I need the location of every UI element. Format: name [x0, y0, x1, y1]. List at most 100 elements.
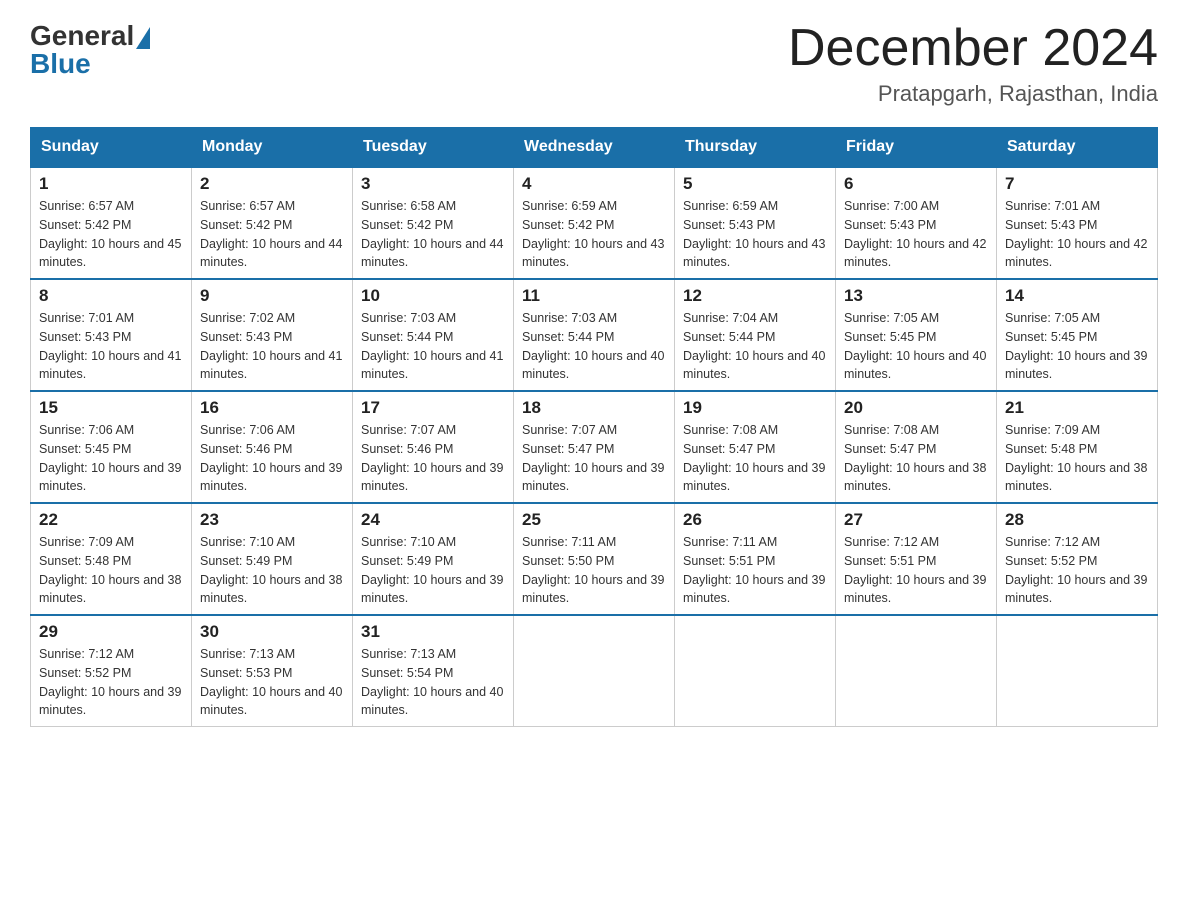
sunrise-label: Sunrise: 7:12 AM	[844, 535, 939, 549]
daylight-label: Daylight: 10 hours and 39 minutes.	[1005, 573, 1147, 606]
day-info: Sunrise: 7:07 AM Sunset: 5:46 PM Dayligh…	[361, 421, 505, 496]
calendar-day-10: 10 Sunrise: 7:03 AM Sunset: 5:44 PM Dayl…	[353, 279, 514, 391]
sunrise-label: Sunrise: 6:58 AM	[361, 199, 456, 213]
daylight-label: Daylight: 10 hours and 42 minutes.	[1005, 237, 1147, 270]
logo-triangle-icon	[136, 27, 150, 49]
day-number: 13	[844, 286, 988, 306]
day-number: 6	[844, 174, 988, 194]
calendar-header-row: SundayMondayTuesdayWednesdayThursdayFrid…	[31, 128, 1158, 168]
daylight-label: Daylight: 10 hours and 39 minutes.	[844, 573, 986, 606]
sunrise-label: Sunrise: 7:02 AM	[200, 311, 295, 325]
day-number: 12	[683, 286, 827, 306]
calendar-week-1: 1 Sunrise: 6:57 AM Sunset: 5:42 PM Dayli…	[31, 167, 1158, 279]
day-info: Sunrise: 7:03 AM Sunset: 5:44 PM Dayligh…	[522, 309, 666, 384]
title-section: December 2024 Pratapgarh, Rajasthan, Ind…	[788, 20, 1158, 107]
day-info: Sunrise: 7:07 AM Sunset: 5:47 PM Dayligh…	[522, 421, 666, 496]
sunset-label: Sunset: 5:48 PM	[1005, 442, 1097, 456]
calendar-day-28: 28 Sunrise: 7:12 AM Sunset: 5:52 PM Dayl…	[997, 503, 1158, 615]
daylight-label: Daylight: 10 hours and 45 minutes.	[39, 237, 181, 270]
day-number: 4	[522, 174, 666, 194]
logo-blue-text: Blue	[30, 48, 91, 80]
calendar-day-7: 7 Sunrise: 7:01 AM Sunset: 5:43 PM Dayli…	[997, 167, 1158, 279]
day-info: Sunrise: 7:13 AM Sunset: 5:53 PM Dayligh…	[200, 645, 344, 720]
day-number: 8	[39, 286, 183, 306]
sunrise-label: Sunrise: 7:00 AM	[844, 199, 939, 213]
empty-cell	[997, 615, 1158, 727]
sunset-label: Sunset: 5:44 PM	[683, 330, 775, 344]
sunset-label: Sunset: 5:46 PM	[361, 442, 453, 456]
sunset-label: Sunset: 5:52 PM	[1005, 554, 1097, 568]
calendar-day-9: 9 Sunrise: 7:02 AM Sunset: 5:43 PM Dayli…	[192, 279, 353, 391]
sunset-label: Sunset: 5:44 PM	[522, 330, 614, 344]
day-info: Sunrise: 7:10 AM Sunset: 5:49 PM Dayligh…	[200, 533, 344, 608]
sunrise-label: Sunrise: 7:07 AM	[361, 423, 456, 437]
calendar-day-17: 17 Sunrise: 7:07 AM Sunset: 5:46 PM Dayl…	[353, 391, 514, 503]
daylight-label: Daylight: 10 hours and 39 minutes.	[39, 685, 181, 718]
day-info: Sunrise: 6:59 AM Sunset: 5:43 PM Dayligh…	[683, 197, 827, 272]
day-number: 1	[39, 174, 183, 194]
sunset-label: Sunset: 5:43 PM	[1005, 218, 1097, 232]
calendar-week-5: 29 Sunrise: 7:12 AM Sunset: 5:52 PM Dayl…	[31, 615, 1158, 727]
logo: General Blue	[30, 20, 150, 80]
calendar-day-2: 2 Sunrise: 6:57 AM Sunset: 5:42 PM Dayli…	[192, 167, 353, 279]
calendar-day-15: 15 Sunrise: 7:06 AM Sunset: 5:45 PM Dayl…	[31, 391, 192, 503]
daylight-label: Daylight: 10 hours and 39 minutes.	[200, 461, 342, 494]
sunrise-label: Sunrise: 7:10 AM	[200, 535, 295, 549]
daylight-label: Daylight: 10 hours and 39 minutes.	[39, 461, 181, 494]
daylight-label: Daylight: 10 hours and 39 minutes.	[361, 461, 503, 494]
daylight-label: Daylight: 10 hours and 39 minutes.	[361, 573, 503, 606]
day-info: Sunrise: 7:12 AM Sunset: 5:51 PM Dayligh…	[844, 533, 988, 608]
daylight-label: Daylight: 10 hours and 38 minutes.	[844, 461, 986, 494]
day-info: Sunrise: 7:03 AM Sunset: 5:44 PM Dayligh…	[361, 309, 505, 384]
calendar-day-29: 29 Sunrise: 7:12 AM Sunset: 5:52 PM Dayl…	[31, 615, 192, 727]
sunrise-label: Sunrise: 7:10 AM	[361, 535, 456, 549]
day-number: 2	[200, 174, 344, 194]
sunrise-label: Sunrise: 7:04 AM	[683, 311, 778, 325]
day-number: 27	[844, 510, 988, 530]
daylight-label: Daylight: 10 hours and 44 minutes.	[361, 237, 503, 270]
daylight-label: Daylight: 10 hours and 39 minutes.	[683, 461, 825, 494]
calendar-day-20: 20 Sunrise: 7:08 AM Sunset: 5:47 PM Dayl…	[836, 391, 997, 503]
sunset-label: Sunset: 5:47 PM	[522, 442, 614, 456]
calendar-day-19: 19 Sunrise: 7:08 AM Sunset: 5:47 PM Dayl…	[675, 391, 836, 503]
sunrise-label: Sunrise: 7:09 AM	[1005, 423, 1100, 437]
day-info: Sunrise: 6:59 AM Sunset: 5:42 PM Dayligh…	[522, 197, 666, 272]
calendar-day-30: 30 Sunrise: 7:13 AM Sunset: 5:53 PM Dayl…	[192, 615, 353, 727]
sunrise-label: Sunrise: 7:06 AM	[39, 423, 134, 437]
sunset-label: Sunset: 5:49 PM	[200, 554, 292, 568]
daylight-label: Daylight: 10 hours and 40 minutes.	[361, 685, 503, 718]
sunrise-label: Sunrise: 7:05 AM	[1005, 311, 1100, 325]
col-header-wednesday: Wednesday	[514, 128, 675, 168]
day-number: 31	[361, 622, 505, 642]
calendar-day-5: 5 Sunrise: 6:59 AM Sunset: 5:43 PM Dayli…	[675, 167, 836, 279]
calendar-day-26: 26 Sunrise: 7:11 AM Sunset: 5:51 PM Dayl…	[675, 503, 836, 615]
col-header-friday: Friday	[836, 128, 997, 168]
sunset-label: Sunset: 5:42 PM	[200, 218, 292, 232]
sunset-label: Sunset: 5:47 PM	[844, 442, 936, 456]
sunrise-label: Sunrise: 6:59 AM	[522, 199, 617, 213]
calendar-day-27: 27 Sunrise: 7:12 AM Sunset: 5:51 PM Dayl…	[836, 503, 997, 615]
day-info: Sunrise: 7:06 AM Sunset: 5:45 PM Dayligh…	[39, 421, 183, 496]
day-info: Sunrise: 7:04 AM Sunset: 5:44 PM Dayligh…	[683, 309, 827, 384]
calendar-week-4: 22 Sunrise: 7:09 AM Sunset: 5:48 PM Dayl…	[31, 503, 1158, 615]
day-info: Sunrise: 7:00 AM Sunset: 5:43 PM Dayligh…	[844, 197, 988, 272]
calendar-day-14: 14 Sunrise: 7:05 AM Sunset: 5:45 PM Dayl…	[997, 279, 1158, 391]
day-number: 5	[683, 174, 827, 194]
day-info: Sunrise: 7:10 AM Sunset: 5:49 PM Dayligh…	[361, 533, 505, 608]
daylight-label: Daylight: 10 hours and 41 minutes.	[361, 349, 503, 382]
calendar-day-1: 1 Sunrise: 6:57 AM Sunset: 5:42 PM Dayli…	[31, 167, 192, 279]
calendar-week-2: 8 Sunrise: 7:01 AM Sunset: 5:43 PM Dayli…	[31, 279, 1158, 391]
daylight-label: Daylight: 10 hours and 41 minutes.	[200, 349, 342, 382]
day-number: 29	[39, 622, 183, 642]
day-number: 16	[200, 398, 344, 418]
calendar-day-16: 16 Sunrise: 7:06 AM Sunset: 5:46 PM Dayl…	[192, 391, 353, 503]
day-number: 30	[200, 622, 344, 642]
sunrise-label: Sunrise: 7:11 AM	[683, 535, 777, 549]
day-number: 24	[361, 510, 505, 530]
day-info: Sunrise: 7:05 AM Sunset: 5:45 PM Dayligh…	[1005, 309, 1149, 384]
sunset-label: Sunset: 5:47 PM	[683, 442, 775, 456]
day-info: Sunrise: 6:57 AM Sunset: 5:42 PM Dayligh…	[200, 197, 344, 272]
sunrise-label: Sunrise: 7:12 AM	[1005, 535, 1100, 549]
day-number: 26	[683, 510, 827, 530]
sunset-label: Sunset: 5:51 PM	[683, 554, 775, 568]
